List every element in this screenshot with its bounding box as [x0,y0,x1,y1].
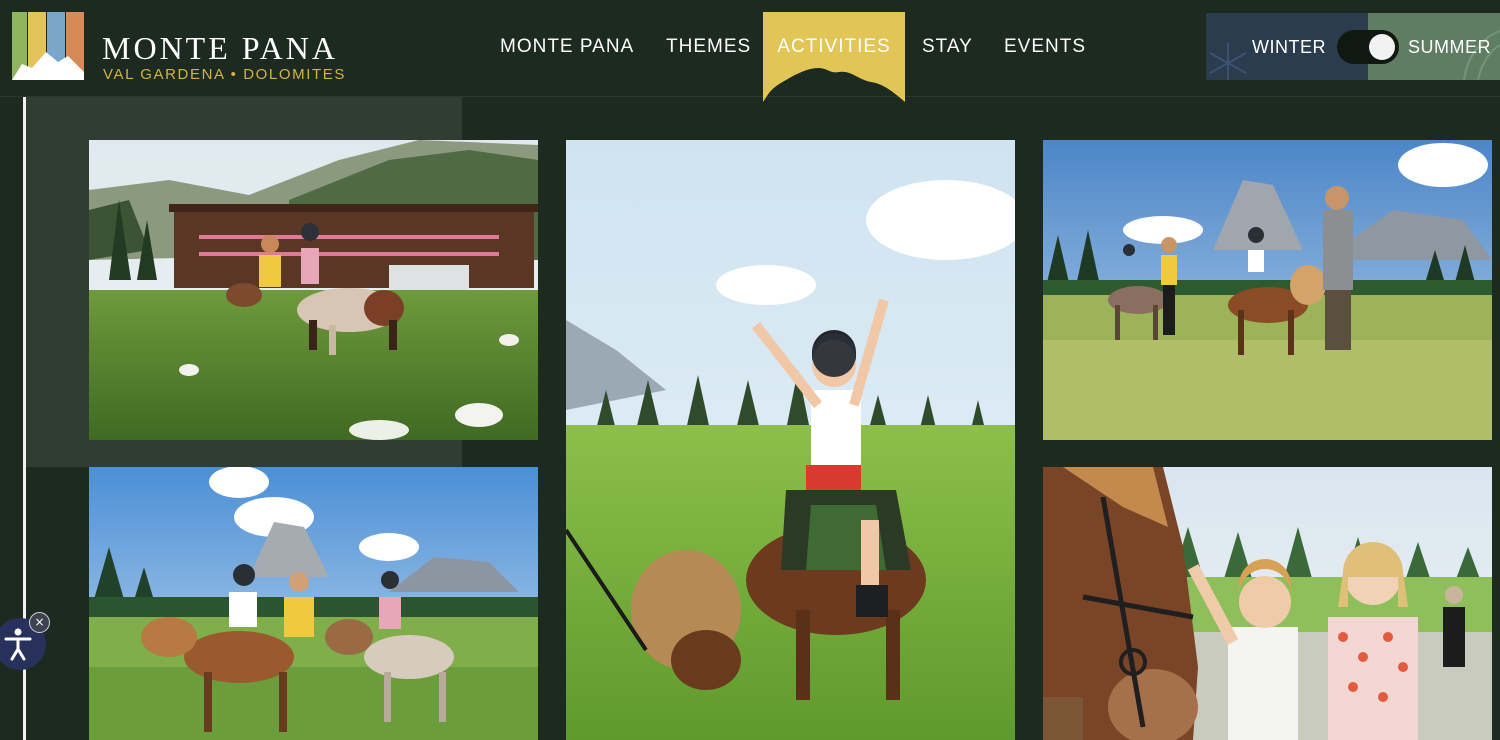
logo-mark-icon [12,12,84,80]
nav-item-themes[interactable]: THEMES [666,36,751,58]
season-switch[interactable]: WINTER SUMMER [1206,13,1500,80]
nav-item-activities[interactable]: ACTIVITIES [763,36,905,58]
nav-active-indicator [763,12,905,104]
nav-item-monte-pana[interactable]: MONTE PANA [500,36,634,58]
gallery-photo-5[interactable] [1043,467,1492,740]
gallery-photo-3[interactable] [1043,140,1492,440]
gallery-photo-1[interactable] [89,140,538,440]
logo-title: MONTE PANA [102,30,338,66]
site-header: MONTE PANA VAL GARDENA • DOLOMITES MONTE… [0,0,1500,102]
season-toggle[interactable] [1337,30,1399,64]
site-logo[interactable]: MONTE PANA VAL GARDENA • DOLOMITES [10,12,355,83]
season-winter-label[interactable]: WINTER [1252,37,1326,58]
page: MONTE PANA VAL GARDENA • DOLOMITES MONTE… [0,0,1500,740]
toggle-knob[interactable] [1369,34,1395,60]
nav-item-events[interactable]: EVENTS [1004,36,1086,58]
close-icon[interactable]: × [29,612,50,633]
gallery-photo-2[interactable] [566,140,1015,740]
logo-subtitle: VAL GARDENA • DOLOMITES [103,66,346,83]
nav-item-stay[interactable]: STAY [922,36,973,58]
season-summer-label[interactable]: SUMMER [1408,37,1491,58]
gallery-photo-4[interactable] [89,467,538,740]
